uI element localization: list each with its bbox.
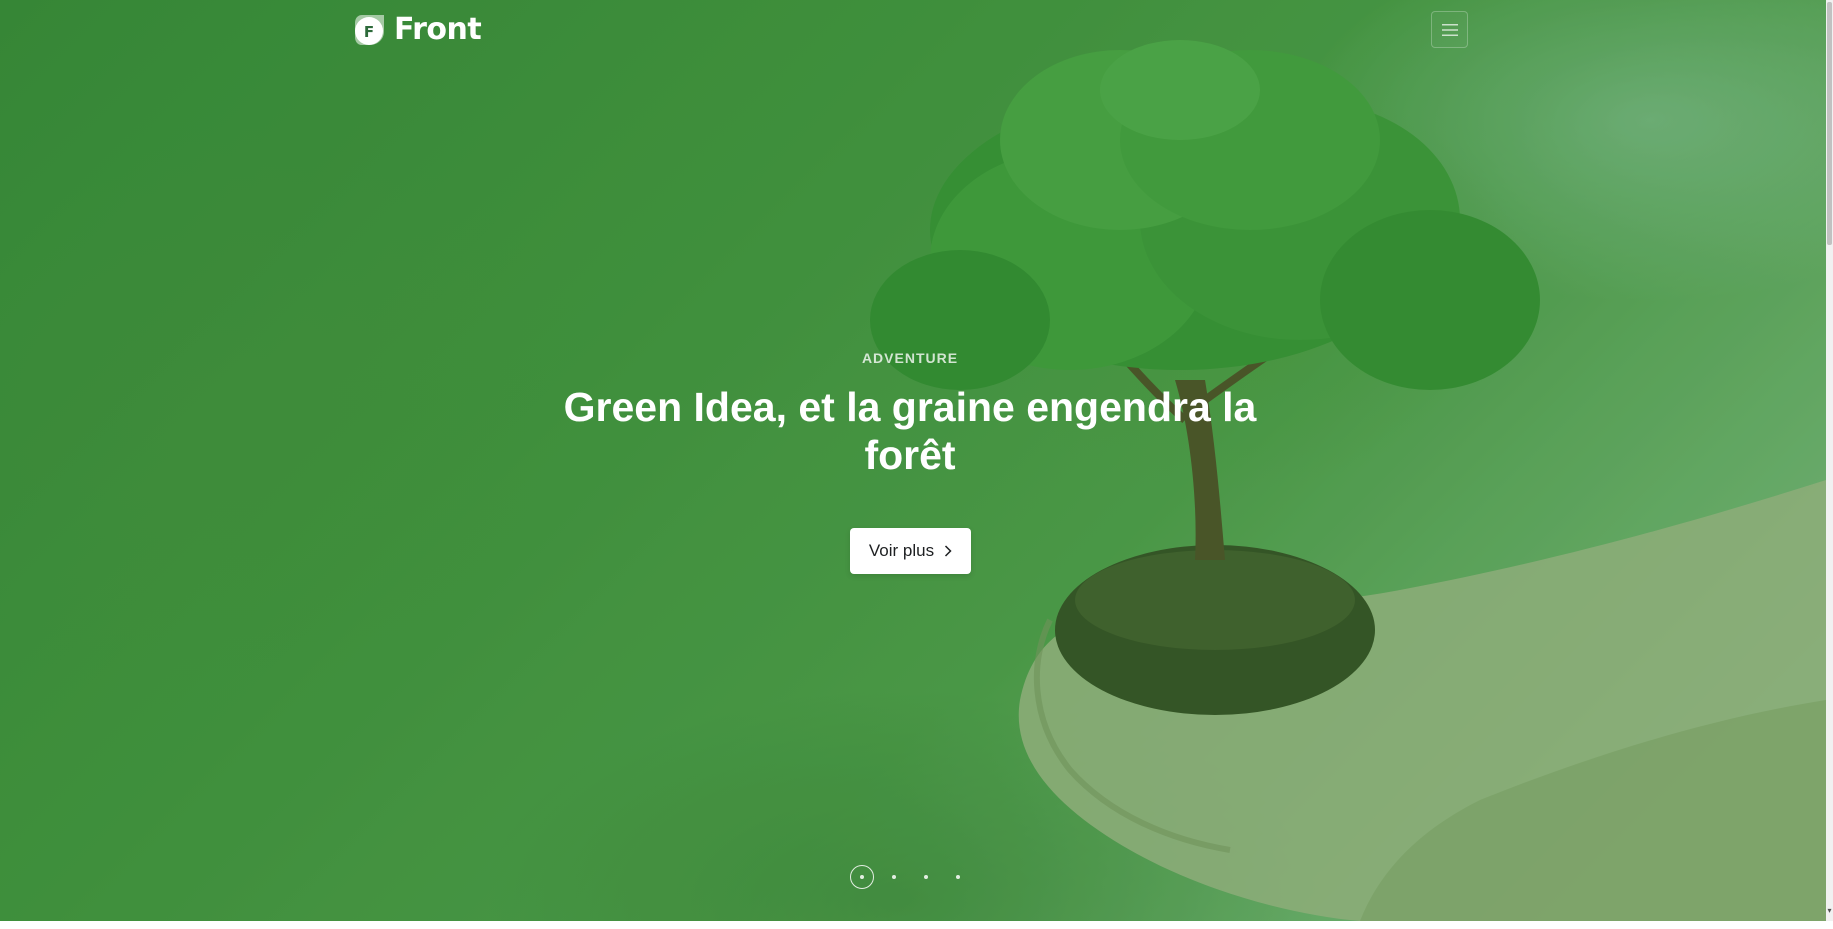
hero-eyebrow: ADVENTURE [861,350,959,366]
voir-plus-label: Voir plus [868,541,935,560]
menu-toggle-button[interactable] [1431,11,1468,48]
slider-dot-2[interactable] [882,865,906,889]
chevron-right-icon [945,545,952,557]
hero-headline: Green Idea, et la graine engendra la for… [563,384,1257,478]
site-header: F Front [0,0,1826,58]
front-logo-icon: F [355,15,384,45]
scroll-down-arrow-icon[interactable]: ▾ [1826,905,1833,917]
slider-dot-1[interactable] [850,865,874,889]
brand-name: Front [394,11,482,47]
page-below-fold [0,921,1826,929]
slider-dot-4[interactable] [946,865,970,889]
slider-dot-3[interactable] [914,865,938,889]
hero-slider: F Front ADVENTURE Green Idea, et la grai… [0,0,1826,921]
brand-logo[interactable]: F Front [352,11,482,47]
hamburger-icon [1441,23,1458,36]
logo-mark-letter: F [364,23,374,41]
scrollbar-thumb[interactable] [1827,2,1832,245]
slider-pagination [850,865,978,889]
voir-plus-button[interactable]: Voir plus [850,528,971,574]
